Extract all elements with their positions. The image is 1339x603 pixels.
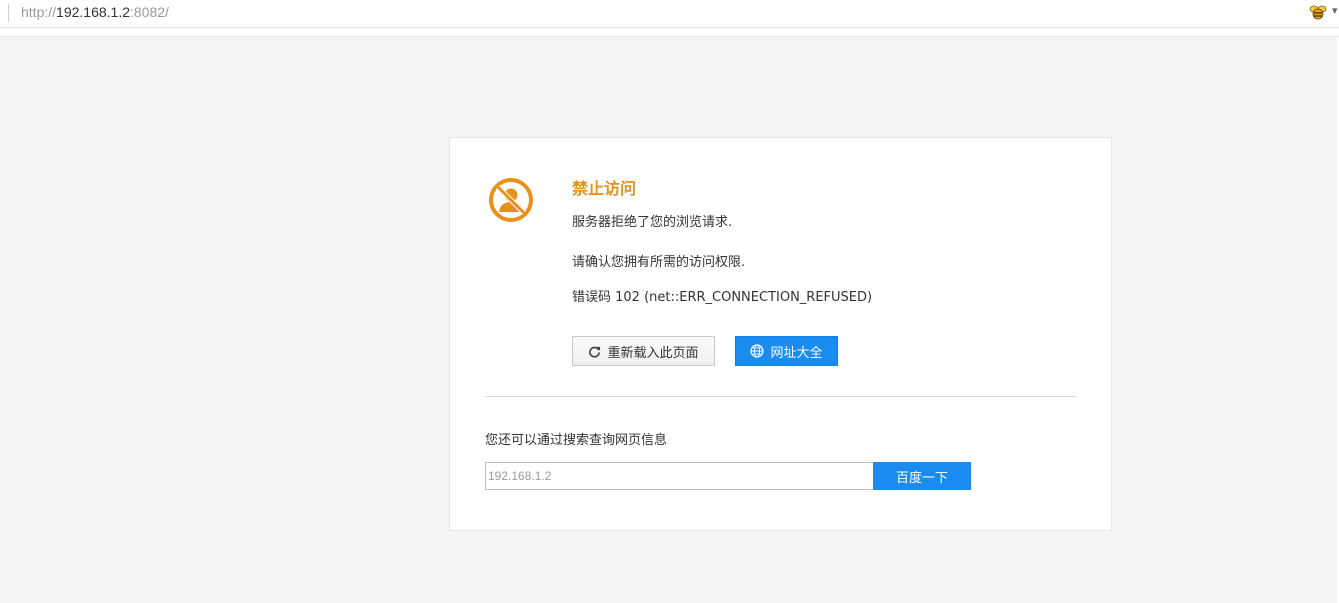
search-input[interactable] (485, 462, 874, 490)
url-text[interactable]: http://192.168.1.2:8082/ (21, 4, 169, 20)
error-message: 服务器拒绝了您的浏览请求. (572, 215, 733, 230)
chevron-down-icon[interactable]: ▾ (1332, 4, 1338, 17)
site-directory-button[interactable]: 网址大全 (735, 336, 838, 366)
reload-button[interactable]: 重新载入此页面 (572, 336, 715, 366)
error-card: 禁止访问 服务器拒绝了您的浏览请求. 请确认您拥有所需的访问权限. 错误码 10… (449, 137, 1112, 531)
address-bar[interactable]: http://192.168.1.2:8082/ ▾ (0, 0, 1339, 28)
url-host: 192.168.1.2 (56, 4, 130, 20)
error-code: 错误码 102 (net::ERR_CONNECTION_REFUSED) (572, 290, 873, 305)
bee-icon[interactable] (1308, 3, 1328, 21)
refresh-icon (589, 346, 601, 358)
search-hint: 您还可以通过搜索查询网页信息 (485, 433, 668, 448)
site-directory-button-label: 网址大全 (770, 345, 823, 361)
address-bar-divider (8, 4, 9, 22)
url-port-path: :8082/ (130, 4, 169, 20)
error-permission-note: 请确认您拥有所需的访问权限. (572, 255, 746, 270)
url-scheme: http:// (21, 4, 57, 20)
section-divider (485, 396, 1076, 397)
toolbar-strip (0, 28, 1339, 37)
search-button[interactable]: 百度一下 (873, 462, 971, 490)
no-access-icon (489, 178, 533, 222)
error-title: 禁止访问 (572, 179, 637, 198)
globe-icon (750, 344, 765, 358)
reload-button-label: 重新载入此页面 (607, 345, 699, 361)
